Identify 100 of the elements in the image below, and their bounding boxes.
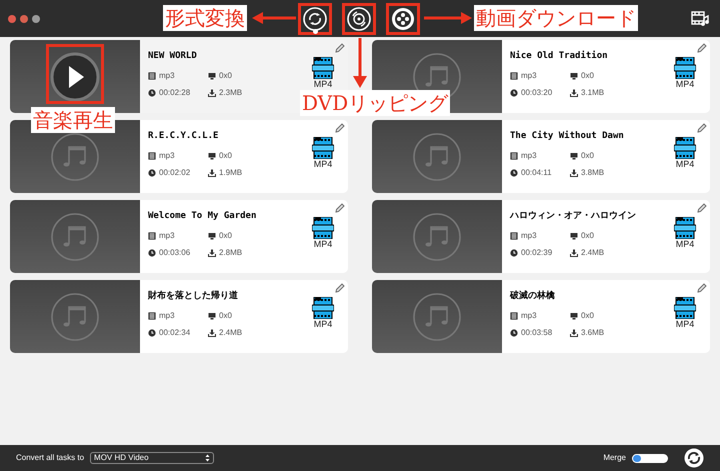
film-icon	[148, 312, 156, 320]
clock-icon	[148, 169, 156, 177]
download-icon	[570, 89, 578, 97]
task-card[interactable]: 破滅の林檎 mp3 0x0 00:03:58 3.6MB MP4	[372, 280, 710, 353]
clock-icon	[510, 329, 518, 337]
resolution-text: 0x0	[581, 230, 594, 242]
video-file-icon[interactable]	[312, 57, 334, 79]
task-title: R.E.C.Y.C.L.E	[148, 130, 220, 143]
video-file-icon[interactable]	[312, 217, 334, 239]
clock-icon	[510, 89, 518, 97]
clock-icon	[148, 89, 156, 97]
output-format: MP4	[676, 239, 694, 249]
selected-indicator	[313, 29, 318, 34]
duration-text: 00:03:06	[159, 247, 190, 259]
task-title: Welcome To My Garden	[148, 210, 258, 223]
music-note-icon	[50, 212, 100, 262]
pencil-icon[interactable]	[697, 43, 707, 53]
film-icon	[510, 312, 518, 320]
film-icon	[510, 232, 518, 240]
format-select[interactable]: MOV HD Video	[90, 452, 214, 464]
size-text: 3.1MB	[581, 87, 604, 99]
task-title: Nice Old Tradition	[510, 50, 609, 63]
film-music-icon[interactable]	[691, 10, 709, 26]
monitor-icon	[570, 72, 578, 80]
monitor-icon	[208, 152, 216, 160]
task-card[interactable]: Welcome To My Garden mp3 0x0 00:03:06 2.8MB MP4	[10, 200, 348, 273]
updown-arrows-icon	[205, 454, 210, 462]
film-icon	[148, 232, 156, 240]
minimize-button[interactable]	[20, 14, 28, 22]
video-file-icon[interactable]	[312, 297, 334, 319]
play-button[interactable]	[50, 52, 100, 102]
task-card[interactable]: The City Without Dawn mp3 0x0 00:04:11 3.8MB MP4	[372, 120, 710, 193]
convert-label: Convert all tasks to	[16, 452, 84, 464]
resolution-text: 0x0	[219, 70, 232, 82]
format-text: mp3	[521, 70, 537, 82]
size-text: 3.6MB	[581, 327, 604, 339]
format-text: mp3	[521, 150, 537, 162]
format-text: mp3	[159, 150, 175, 162]
video-file-icon[interactable]	[674, 217, 696, 239]
download-icon	[208, 329, 216, 337]
music-note-icon	[412, 292, 462, 342]
task-card[interactable]: ハロウィン・オア・ハロウイン mp3 0x0 00:02:39 2.4MB MP4	[372, 200, 710, 273]
pencil-icon[interactable]	[335, 43, 345, 53]
download-icon	[208, 169, 216, 177]
duration-text: 00:02:39	[521, 247, 552, 259]
duration-text: 00:02:34	[159, 327, 190, 339]
size-text: 2.3MB	[219, 87, 242, 99]
music-note-icon	[50, 132, 100, 182]
convert-icon[interactable]	[684, 448, 704, 468]
duration-text: 00:03:58	[521, 327, 552, 339]
task-title: 破滅の林檎	[510, 290, 556, 303]
monitor-icon	[570, 232, 578, 240]
task-title: NEW WORLD	[148, 50, 198, 63]
output-format: MP4	[314, 159, 332, 169]
download-icon	[208, 89, 216, 97]
task-card[interactable]: 財布を落とした帰り道 mp3 0x0 00:02:34 2.4MB MP4	[10, 280, 348, 353]
output-format: MP4	[676, 319, 694, 329]
resolution-text: 0x0	[219, 150, 232, 162]
pencil-icon[interactable]	[697, 283, 707, 293]
monitor-icon	[570, 152, 578, 160]
download-icon	[208, 249, 216, 257]
output-format: MP4	[314, 319, 332, 329]
clock-icon	[148, 329, 156, 337]
resolution-text: 0x0	[219, 310, 232, 322]
callout-label: 形式変換	[163, 5, 247, 31]
callout-arrow	[424, 12, 472, 24]
zoom-button[interactable]	[32, 14, 40, 22]
monitor-icon	[208, 72, 216, 80]
format-text: mp3	[521, 230, 537, 242]
film-icon	[510, 152, 518, 160]
close-button[interactable]	[8, 14, 16, 22]
merge-toggle[interactable]	[632, 454, 668, 462]
pencil-icon[interactable]	[697, 123, 707, 133]
duration-text: 00:02:28	[159, 87, 190, 99]
format-text: mp3	[159, 230, 175, 242]
pencil-icon[interactable]	[335, 203, 345, 213]
clock-icon	[510, 249, 518, 257]
size-text: 2.4MB	[581, 247, 604, 259]
video-file-icon[interactable]	[312, 137, 334, 159]
task-title: 財布を落とした帰り道	[148, 290, 239, 303]
duration-text: 00:02:02	[159, 167, 190, 179]
duration-text: 00:03:20	[521, 87, 552, 99]
video-file-icon[interactable]	[674, 137, 696, 159]
monitor-icon	[208, 232, 216, 240]
pencil-icon[interactable]	[697, 203, 707, 213]
callout-arrow	[353, 38, 367, 88]
download-icon	[570, 169, 578, 177]
monitor-icon	[570, 312, 578, 320]
callout-arrow	[252, 12, 296, 24]
duration-text: 00:04:11	[521, 167, 552, 179]
size-text: 2.4MB	[219, 327, 242, 339]
pencil-icon[interactable]	[335, 123, 345, 133]
video-file-icon[interactable]	[674, 57, 696, 79]
pencil-icon[interactable]	[335, 283, 345, 293]
music-note-icon	[412, 212, 462, 262]
resolution-text: 0x0	[581, 310, 594, 322]
video-file-icon[interactable]	[674, 297, 696, 319]
task-title: The City Without Dawn	[510, 130, 625, 143]
callout-label: DVDリッピング	[300, 90, 450, 116]
output-format: MP4	[676, 79, 694, 89]
